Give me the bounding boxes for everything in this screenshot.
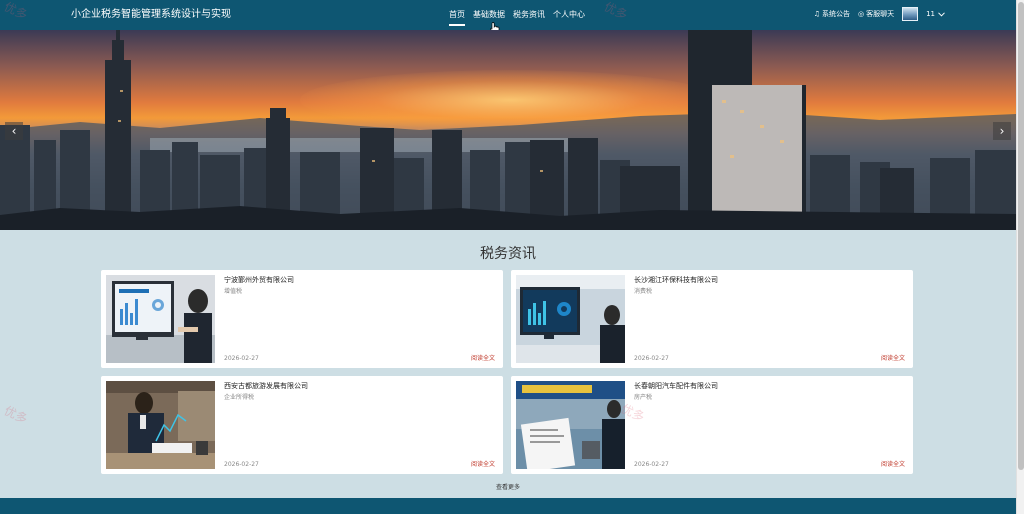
- news-thumbnail: [106, 381, 215, 469]
- nav-home[interactable]: 首页: [449, 9, 465, 26]
- header-right: ♫ 系统公告 ◎ 客服聊天 11: [814, 7, 945, 21]
- main-nav: 首页 基础数据 税务资讯 个人中心: [449, 9, 585, 26]
- page-scrollbar[interactable]: [1016, 0, 1024, 514]
- chevron-left-icon: ‹: [11, 124, 17, 138]
- news-title: 长沙湘江环保科技有限公司: [634, 276, 718, 284]
- news-card[interactable]: 西安古都旅游发展有限公司 企业所得税 2026-02-27 阅读全文: [101, 376, 503, 474]
- user-menu[interactable]: 11: [926, 10, 945, 18]
- news-date: 2026-02-27: [224, 355, 259, 362]
- news-date: 2026-02-27: [634, 355, 669, 362]
- site-title[interactable]: 小企业税务智能管理系统设计与实现: [71, 8, 231, 22]
- news-card[interactable]: 长沙湘江环保科技有限公司 消费税 2026-02-27 阅读全文: [511, 270, 913, 368]
- nav-basic-data[interactable]: 基础数据: [473, 9, 505, 21]
- news-thumbnail: [516, 381, 625, 469]
- announcement-label: 系统公告: [821, 10, 850, 18]
- news-category: 房产税: [634, 394, 653, 401]
- read-more-link[interactable]: 阅读全文: [881, 353, 905, 362]
- news-title: 长春朝阳汽车配件有限公司: [634, 382, 718, 390]
- section-title: 税务资讯: [480, 246, 536, 262]
- top-navbar: 小企业税务智能管理系统设计与实现 首页 基础数据 税务资讯 个人中心 ♫ 系统公…: [0, 0, 1016, 30]
- city-skyline-image: [0, 30, 1016, 230]
- news-date: 2026-02-27: [224, 461, 259, 468]
- news-card[interactable]: 宁波鄞州外贸有限公司 增值税 2026-02-27 阅读全文: [101, 270, 503, 368]
- carousel-prev-button[interactable]: ‹: [5, 122, 23, 140]
- read-more-link[interactable]: 阅读全文: [881, 459, 905, 468]
- tax-news-section: 税务资讯 宁波鄞州外贸有限公司 增值税 2026-02-27 阅读全文 长沙湘江…: [0, 230, 1016, 498]
- news-title: 西安古都旅游发展有限公司: [224, 382, 308, 390]
- bell-icon: ♫: [813, 10, 820, 18]
- carousel-next-button[interactable]: ›: [993, 122, 1011, 140]
- scrollbar-thumb[interactable]: [1018, 2, 1024, 470]
- news-category: 消费税: [634, 288, 653, 295]
- service-chat-label: 客服聊天: [866, 10, 895, 18]
- chevron-down-icon: [938, 11, 945, 17]
- username: 11: [926, 10, 935, 18]
- news-thumbnail: [106, 275, 215, 363]
- page: 小企业税务智能管理系统设计与实现 首页 基础数据 税务资讯 个人中心 ♫ 系统公…: [0, 0, 1024, 514]
- news-category: 企业所得税: [224, 394, 255, 401]
- read-more-link[interactable]: 阅读全文: [471, 353, 495, 362]
- service-chat-link[interactable]: ◎ 客服聊天: [858, 9, 894, 19]
- nav-tax-news[interactable]: 税务资讯: [513, 9, 545, 21]
- nav-personal-center[interactable]: 个人中心: [553, 9, 585, 21]
- read-more-link[interactable]: 阅读全文: [471, 459, 495, 468]
- chevron-right-icon: ›: [999, 124, 1005, 138]
- news-card[interactable]: 长春朝阳汽车配件有限公司 房产税 2026-02-27 阅读全文: [511, 376, 913, 474]
- hero-carousel[interactable]: ‹ ›: [0, 30, 1016, 230]
- view-more-link[interactable]: 查看更多: [0, 482, 1016, 491]
- news-thumbnail: [516, 275, 625, 363]
- footer: [0, 498, 1016, 514]
- chat-icon: ◎: [857, 10, 865, 18]
- announcement-link[interactable]: ♫ 系统公告: [814, 9, 850, 19]
- news-category: 增值税: [224, 288, 243, 295]
- news-date: 2026-02-27: [634, 461, 669, 468]
- news-title: 宁波鄞州外贸有限公司: [224, 276, 294, 284]
- avatar[interactable]: [902, 7, 919, 21]
